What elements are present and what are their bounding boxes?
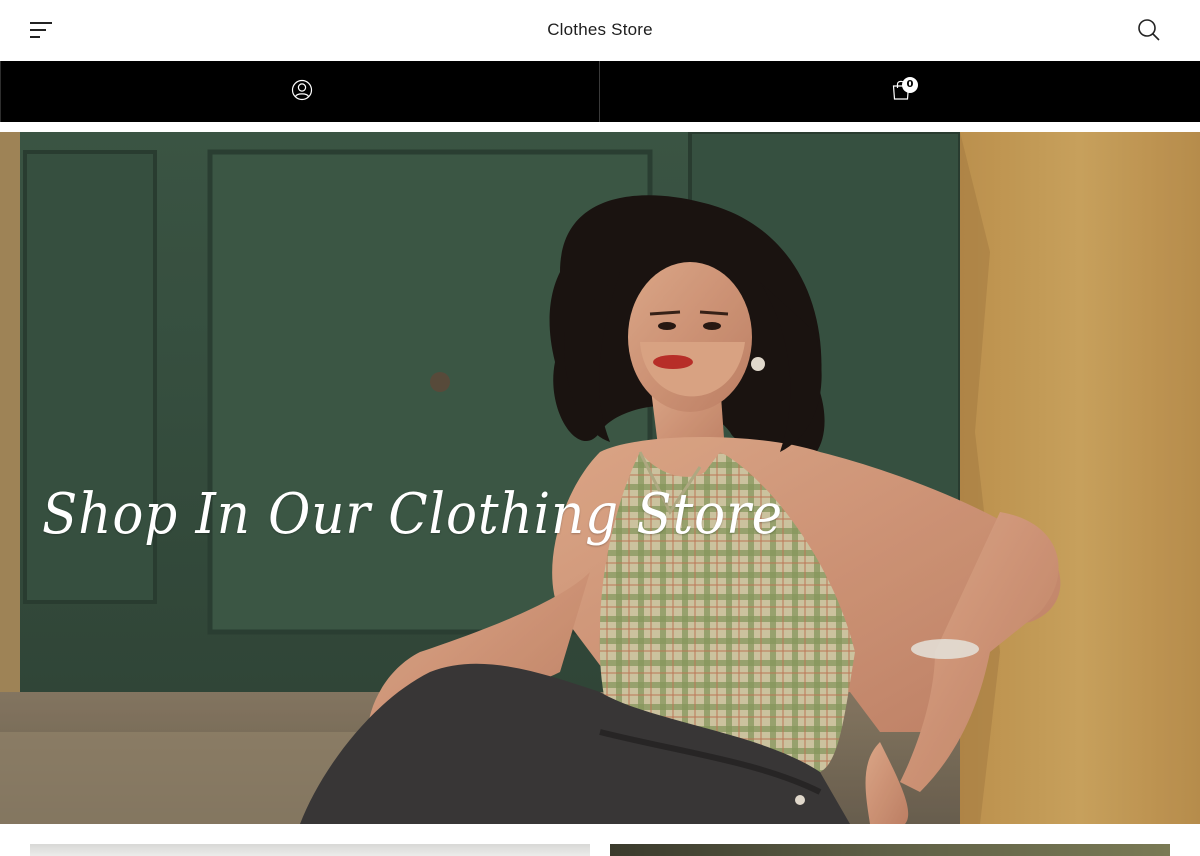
menu-button[interactable] <box>22 16 60 44</box>
hero-banner: Shop In Our Clothing Store <box>0 132 1200 824</box>
search-button[interactable] <box>1134 15 1164 45</box>
site-header: Clothes Store <box>0 0 1200 61</box>
search-icon <box>1138 19 1160 41</box>
hero-heading: Shop In Our Clothing Store <box>42 482 784 547</box>
user-account-icon <box>291 79 313 101</box>
cart-count-badge: 0 <box>902 77 918 93</box>
hamburger-menu-icon <box>30 22 52 38</box>
hero-image <box>0 132 1200 824</box>
cart-button[interactable]: 0 <box>600 61 1200 122</box>
account-button[interactable] <box>0 61 600 122</box>
store-title[interactable]: Clothes Store <box>0 0 1200 61</box>
collection-card[interactable] <box>610 844 1170 856</box>
collection-card[interactable] <box>30 844 590 856</box>
collection-cards <box>0 824 1200 856</box>
account-cart-bar: 0 <box>0 61 1200 122</box>
